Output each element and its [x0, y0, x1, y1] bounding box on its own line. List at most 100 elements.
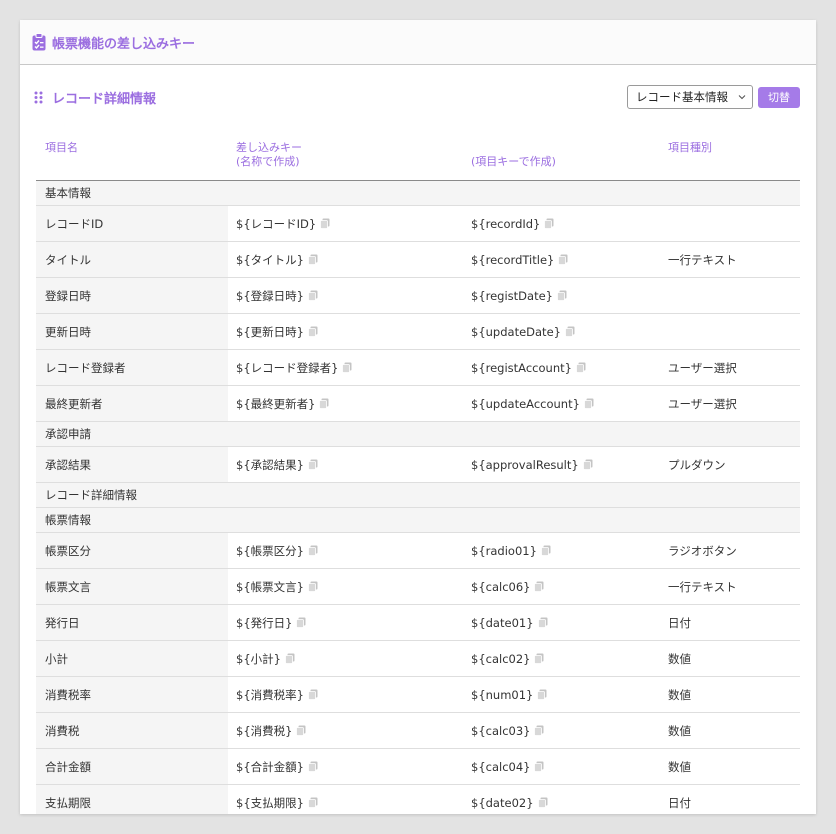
copy-icon[interactable]	[537, 689, 547, 700]
key-name-cell: ${レコードID}	[236, 206, 330, 241]
item-type: 一行テキスト	[668, 252, 737, 267]
copy-icon[interactable]	[320, 218, 330, 229]
copy-icon[interactable]	[537, 797, 548, 808]
key-name-cell: ${帳票文言}	[236, 569, 318, 604]
copy-icon[interactable]	[534, 581, 544, 592]
key-name: ${タイトル}	[236, 252, 304, 267]
key-name: ${レコード登録者}	[236, 360, 339, 375]
key-id: ${calc02}	[471, 651, 531, 666]
header-key-id: (項目キーで作成)	[471, 155, 556, 168]
key-id: ${num01}	[471, 687, 534, 702]
copy-icon[interactable]	[582, 459, 593, 470]
copy-icon[interactable]	[540, 545, 551, 556]
copy-icon[interactable]	[308, 797, 318, 808]
copy-icon[interactable]	[308, 326, 318, 337]
key-id: ${calc06}	[471, 579, 531, 594]
copy-icon[interactable]	[537, 617, 548, 628]
copy-icon[interactable]	[558, 254, 568, 265]
item-name: 消費税率	[36, 677, 228, 712]
key-name: ${登録日時}	[236, 288, 304, 303]
item-name: 承認結果	[36, 447, 228, 482]
keys-table: 項目名 差し込みキー (名称で作成) (項目キーで作成) 項目種別 基本情報レコ…	[36, 138, 800, 814]
item-type: ユーザー選択	[668, 396, 737, 411]
copy-icon[interactable]	[308, 459, 318, 470]
copy-icon[interactable]	[534, 725, 544, 736]
key-name-cell: ${小計}	[236, 641, 295, 676]
item-type: 数値	[668, 723, 691, 738]
item-name: 登録日時	[36, 278, 228, 313]
table-row: 帳票区分 ${帳票区分} ${radio01} ラジオボタン	[36, 533, 800, 569]
key-name: ${承認結果}	[236, 457, 304, 472]
key-id: ${recordId}	[471, 216, 541, 231]
section-select[interactable]: レコード基本情報	[627, 85, 753, 109]
header-key-name-line2: (名称で作成)	[236, 155, 300, 168]
item-name: 発行日	[36, 605, 228, 640]
key-id: ${date01}	[471, 615, 534, 630]
key-id: ${registAccount}	[471, 360, 572, 375]
key-name: ${支払期限}	[236, 795, 304, 810]
key-id-cell: ${approvalResult}	[471, 447, 593, 482]
item-type: ラジオボタン	[668, 543, 737, 558]
group-row: 帳票情報	[36, 508, 800, 533]
switch-button[interactable]: 切替	[758, 86, 800, 108]
copy-icon[interactable]	[534, 653, 544, 664]
panel-header: 帳票機能の差し込みキー	[20, 20, 816, 65]
copy-icon[interactable]	[557, 290, 567, 301]
copy-icon[interactable]	[308, 689, 318, 700]
item-type: 数値	[668, 651, 691, 666]
header-item-name: 項目名	[45, 141, 78, 154]
item-type: 日付	[668, 615, 691, 630]
key-name-cell: ${最終更新者}	[236, 386, 329, 421]
panel-title: 帳票機能の差し込みキー	[52, 36, 196, 52]
header-key-name-line1: 差し込みキー	[236, 141, 302, 154]
chevron-down-icon	[738, 95, 746, 100]
copy-icon[interactable]	[308, 290, 318, 301]
key-name: ${小計}	[236, 651, 281, 666]
copy-icon[interactable]	[319, 398, 329, 409]
copy-icon[interactable]	[296, 725, 306, 736]
key-name-cell: ${レコード登録者}	[236, 350, 352, 385]
key-id: ${calc03}	[471, 723, 531, 738]
group-row: 基本情報	[36, 181, 800, 206]
copy-icon[interactable]	[534, 761, 544, 772]
table-row: 最終更新者 ${最終更新者} ${updateAccount} ユーザー選択	[36, 386, 800, 422]
key-id: ${radio01}	[471, 543, 537, 558]
key-id-cell: ${date02}	[471, 785, 548, 814]
key-id: ${approvalResult}	[471, 457, 579, 472]
table-row: 支払期限 ${支払期限} ${date02} 日付	[36, 785, 800, 814]
item-name: レコード登録者	[36, 350, 228, 385]
key-id: ${date02}	[471, 795, 534, 810]
key-name: ${合計金額}	[236, 759, 304, 774]
drag-handle-icon[interactable]	[34, 91, 44, 104]
table-body: 基本情報 レコードID ${レコードID} ${recordId} タイトル ${タイトル…	[36, 181, 800, 814]
copy-icon[interactable]	[565, 326, 575, 337]
copy-icon[interactable]	[308, 761, 318, 772]
copy-icon[interactable]	[296, 617, 306, 628]
header-item-type: 項目種別	[668, 141, 712, 154]
key-name: ${帳票区分}	[236, 543, 304, 558]
item-type: ユーザー選択	[668, 360, 737, 375]
item-name: 合計金額	[36, 749, 228, 784]
item-name: 支払期限	[36, 785, 228, 814]
section-select-value: レコード基本情報	[636, 90, 728, 104]
copy-icon[interactable]	[576, 362, 586, 373]
group-row: 承認申請	[36, 422, 800, 447]
copy-icon[interactable]	[308, 581, 318, 592]
copy-icon[interactable]	[584, 398, 594, 409]
table-header: 項目名 差し込みキー (名称で作成) (項目キーで作成) 項目種別	[36, 138, 800, 181]
key-id: ${calc04}	[471, 759, 531, 774]
key-name-cell: ${発行日}	[236, 605, 306, 640]
copy-icon[interactable]	[285, 653, 295, 664]
key-id-cell: ${recordId}	[471, 206, 554, 241]
copy-icon[interactable]	[308, 254, 318, 265]
key-id: ${updateAccount}	[471, 396, 580, 411]
copy-icon[interactable]	[342, 362, 352, 373]
key-name: ${消費税率}	[236, 687, 304, 702]
key-id-cell: ${registAccount}	[471, 350, 586, 385]
item-type: 一行テキスト	[668, 579, 737, 594]
table-row: 登録日時 ${登録日時} ${registDate}	[36, 278, 800, 314]
copy-icon[interactable]	[308, 545, 318, 556]
key-name-cell: ${消費税}	[236, 713, 306, 748]
copy-icon[interactable]	[544, 218, 554, 229]
keys-panel: 帳票機能の差し込みキー レコード詳細情報 レコード基本情報 切替 項目名 差し込…	[20, 20, 816, 814]
